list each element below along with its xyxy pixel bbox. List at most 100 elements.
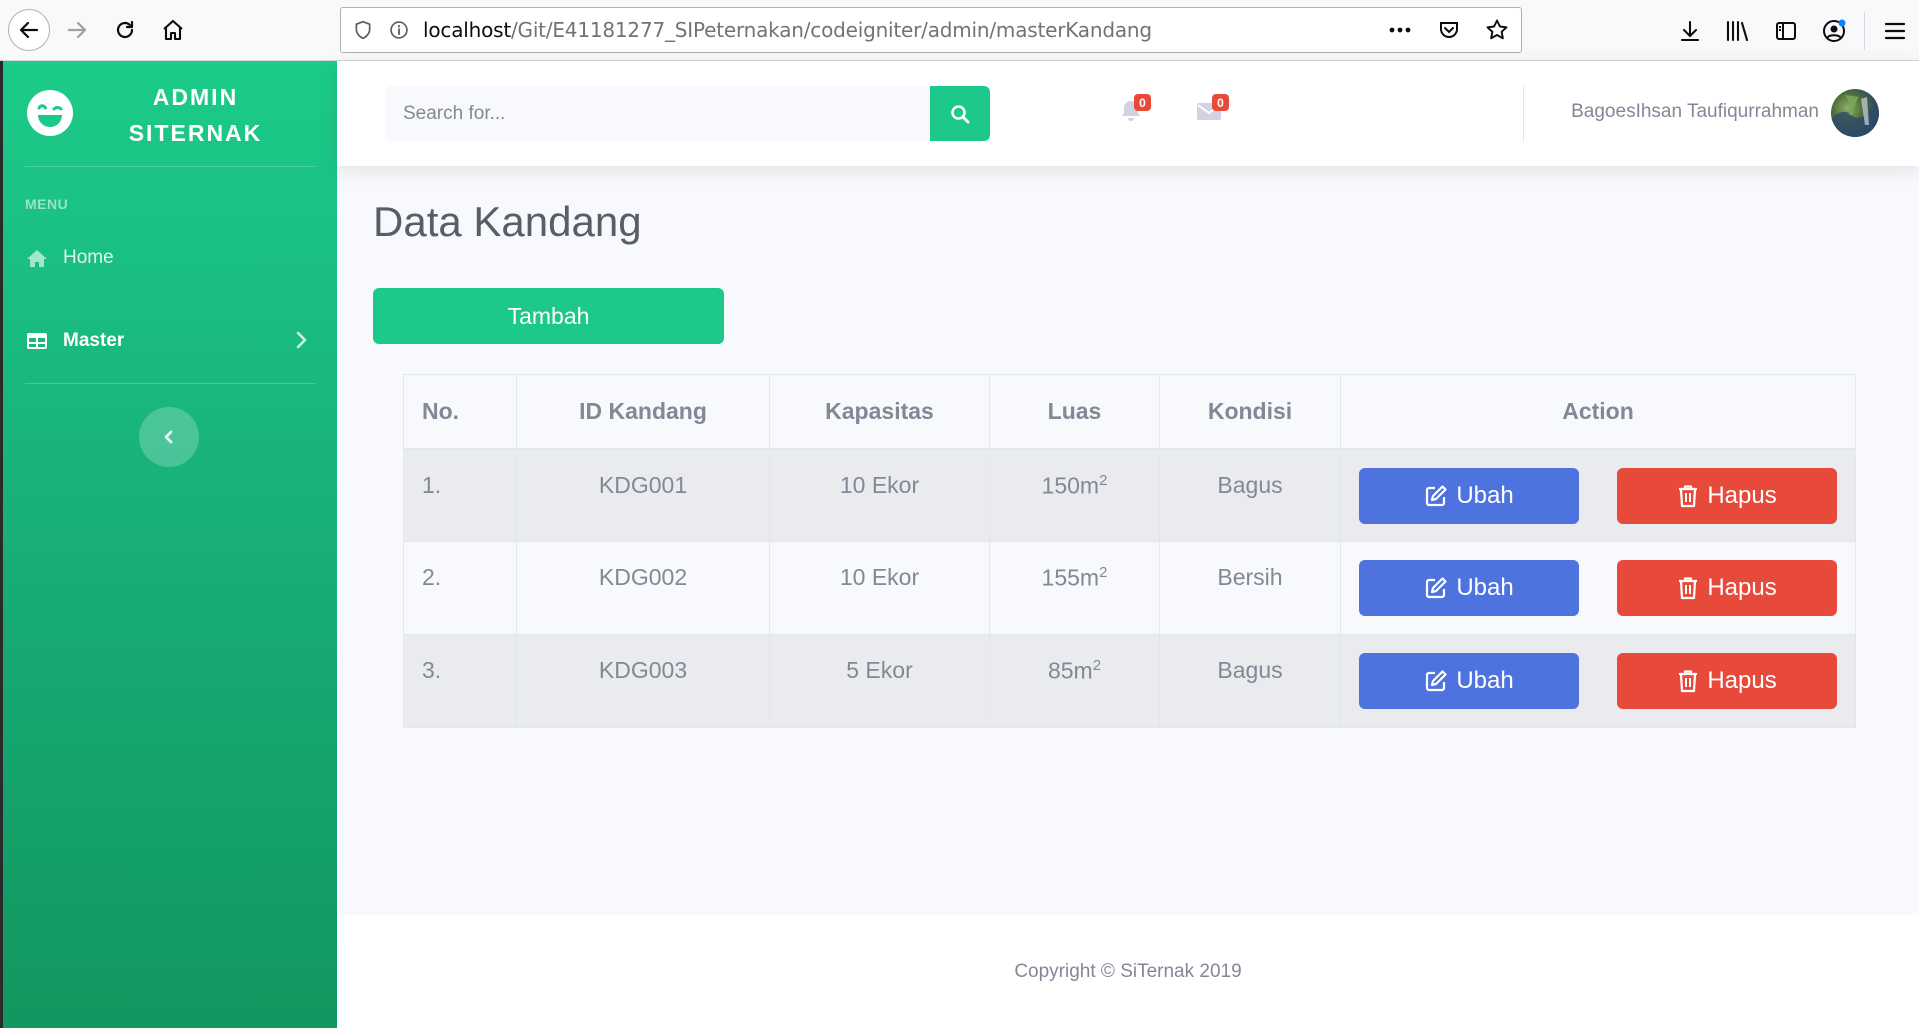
luas-unit-exponent: 2 [1092, 657, 1102, 674]
delete-button[interactable]: Hapus [1617, 560, 1837, 616]
cell-luas: 155m2 [989, 541, 1160, 635]
sidebar-item-home[interactable]: Home [3, 228, 337, 288]
alerts-count-badge: 0 [1134, 94, 1151, 111]
edit-icon [1426, 577, 1447, 599]
add-button[interactable]: Tambah [373, 288, 724, 344]
url-text: localhost/Git/E41181277_SIPeternakan/cod… [423, 18, 1152, 42]
forward-button[interactable] [56, 9, 98, 51]
column-header-kondisi: Kondisi [1159, 374, 1341, 450]
cell-kapasitas: 10 Ekor [769, 541, 990, 635]
table-row: 3. KDG003 5 Ekor 85m2 Bagus Ubah Hapus [403, 634, 1856, 728]
avatar-image [1831, 95, 1879, 137]
search-button[interactable] [930, 86, 990, 141]
search-icon [951, 104, 970, 123]
luas-value: 150m [1041, 472, 1100, 499]
arrow-left-icon [19, 21, 39, 39]
copyright-text: Copyright © SiTernak 2019 [1014, 960, 1242, 982]
toolbar-separator [1864, 11, 1865, 50]
alerts-dropdown[interactable]: 0 [1111, 91, 1151, 131]
sidebar-collapse-button[interactable] [139, 407, 199, 467]
cell-id: KDG001 [516, 448, 770, 542]
column-header-luas: Luas [989, 374, 1160, 450]
sidebar-item-label: Home [63, 247, 114, 268]
laugh-wink-icon [27, 90, 73, 136]
cell-id: KDG003 [516, 634, 770, 728]
cell-action: Ubah Hapus [1340, 448, 1856, 542]
downloads-button[interactable] [1666, 7, 1714, 55]
sidebar-item-master[interactable]: Master [3, 311, 337, 371]
delete-label: Hapus [1707, 667, 1777, 694]
sidebar-toggle-button[interactable] [1762, 7, 1810, 55]
sidebar-item-label: Master [63, 330, 125, 351]
luas-value: 155m [1041, 564, 1100, 591]
url-host: localhost [423, 18, 511, 42]
sidebar-divider [25, 383, 315, 384]
footer: Copyright © SiTernak 2019 [337, 915, 1919, 1028]
home-icon [25, 246, 49, 270]
avatar[interactable] [1831, 89, 1879, 137]
cell-no: 1. [403, 448, 517, 542]
account-button[interactable] [1810, 7, 1858, 55]
search-input[interactable] [385, 86, 930, 141]
menu-button[interactable] [1871, 7, 1919, 55]
cell-luas: 150m2 [989, 448, 1160, 542]
luas-unit-exponent: 2 [1099, 564, 1108, 581]
cell-no: 2. [403, 541, 517, 635]
library-button[interactable] [1714, 7, 1762, 55]
account-icon [1823, 19, 1846, 42]
delete-button[interactable]: Hapus [1617, 653, 1837, 709]
table-header-row: No. ID Kandang Kapasitas Luas Kondisi Ac… [403, 374, 1856, 450]
messages-count-badge: 0 [1212, 94, 1229, 111]
luas-value: 85m [1047, 657, 1093, 684]
column-header-action: Action [1340, 374, 1856, 450]
reload-icon [116, 20, 134, 39]
edit-label: Ubah [1456, 574, 1514, 601]
topbar: 0 0 BagoesIhsan Taufiqurrahman [337, 61, 1919, 166]
cell-luas: 85m2 [989, 634, 1160, 728]
hamburger-icon [1884, 22, 1906, 39]
table-icon [25, 329, 49, 353]
edit-button[interactable]: Ubah [1359, 560, 1579, 616]
page-title: Data Kandang [373, 198, 642, 245]
sidebar-divider [25, 166, 315, 167]
cell-kapasitas: 5 Ekor [769, 634, 990, 728]
cell-kondisi: Bagus [1159, 448, 1341, 542]
download-icon [1680, 20, 1700, 41]
table-row: 1. KDG001 10 Ekor 150m2 Bagus Ubah Hapus [403, 448, 1856, 542]
edit-button[interactable]: Ubah [1359, 467, 1579, 524]
user-name[interactable]: BagoesIhsan Taufiqurrahman [1571, 101, 1819, 123]
delete-label: Hapus [1707, 574, 1777, 601]
back-button[interactable] [8, 9, 50, 51]
brand-line-1: ADMIN [152, 84, 239, 110]
cell-action: Ubah Hapus [1340, 541, 1856, 635]
brand-text: ADMIN SITERNAK [93, 79, 298, 151]
cell-kapasitas: 10 Ekor [769, 448, 990, 542]
star-icon[interactable] [1485, 18, 1509, 42]
library-icon [1726, 20, 1749, 41]
column-header-id: ID Kandang [516, 374, 770, 450]
home-page-button[interactable] [152, 9, 194, 51]
edit-button[interactable]: Ubah [1359, 653, 1579, 709]
table-row: 2. KDG002 10 Ekor 155m2 Bersih Ubah Hapu… [403, 541, 1856, 635]
topbar-divider [1523, 86, 1524, 142]
info-icon[interactable] [389, 20, 409, 40]
trash-icon [1679, 670, 1698, 693]
delete-label: Hapus [1707, 481, 1777, 509]
chevron-left-icon [164, 430, 173, 444]
edit-icon [1426, 670, 1447, 692]
arrow-right-icon [67, 21, 87, 39]
url-path: /Git/E41181277_SIPeternakan/codeigniter/… [510, 18, 1152, 42]
reload-button[interactable] [104, 9, 146, 51]
edit-label: Ubah [1456, 667, 1514, 694]
messages-dropdown[interactable]: 0 [1189, 91, 1229, 131]
brand-line-2: SITERNAK [128, 120, 263, 146]
kandang-table: No. ID Kandang Kapasitas Luas Kondisi Ac… [403, 374, 1856, 728]
delete-button[interactable]: Hapus [1617, 467, 1837, 524]
address-bar[interactable]: localhost/Git/E41181277_SIPeternakan/cod… [340, 7, 1522, 53]
more-icon[interactable] [1387, 19, 1413, 41]
sidebar: ADMIN SITERNAK MENU Home Master [0, 61, 337, 1028]
cell-id: KDG002 [516, 541, 770, 635]
shield-icon [355, 20, 371, 40]
pocket-icon[interactable] [1437, 18, 1461, 42]
sidebar-brand[interactable]: ADMIN SITERNAK [3, 61, 337, 166]
